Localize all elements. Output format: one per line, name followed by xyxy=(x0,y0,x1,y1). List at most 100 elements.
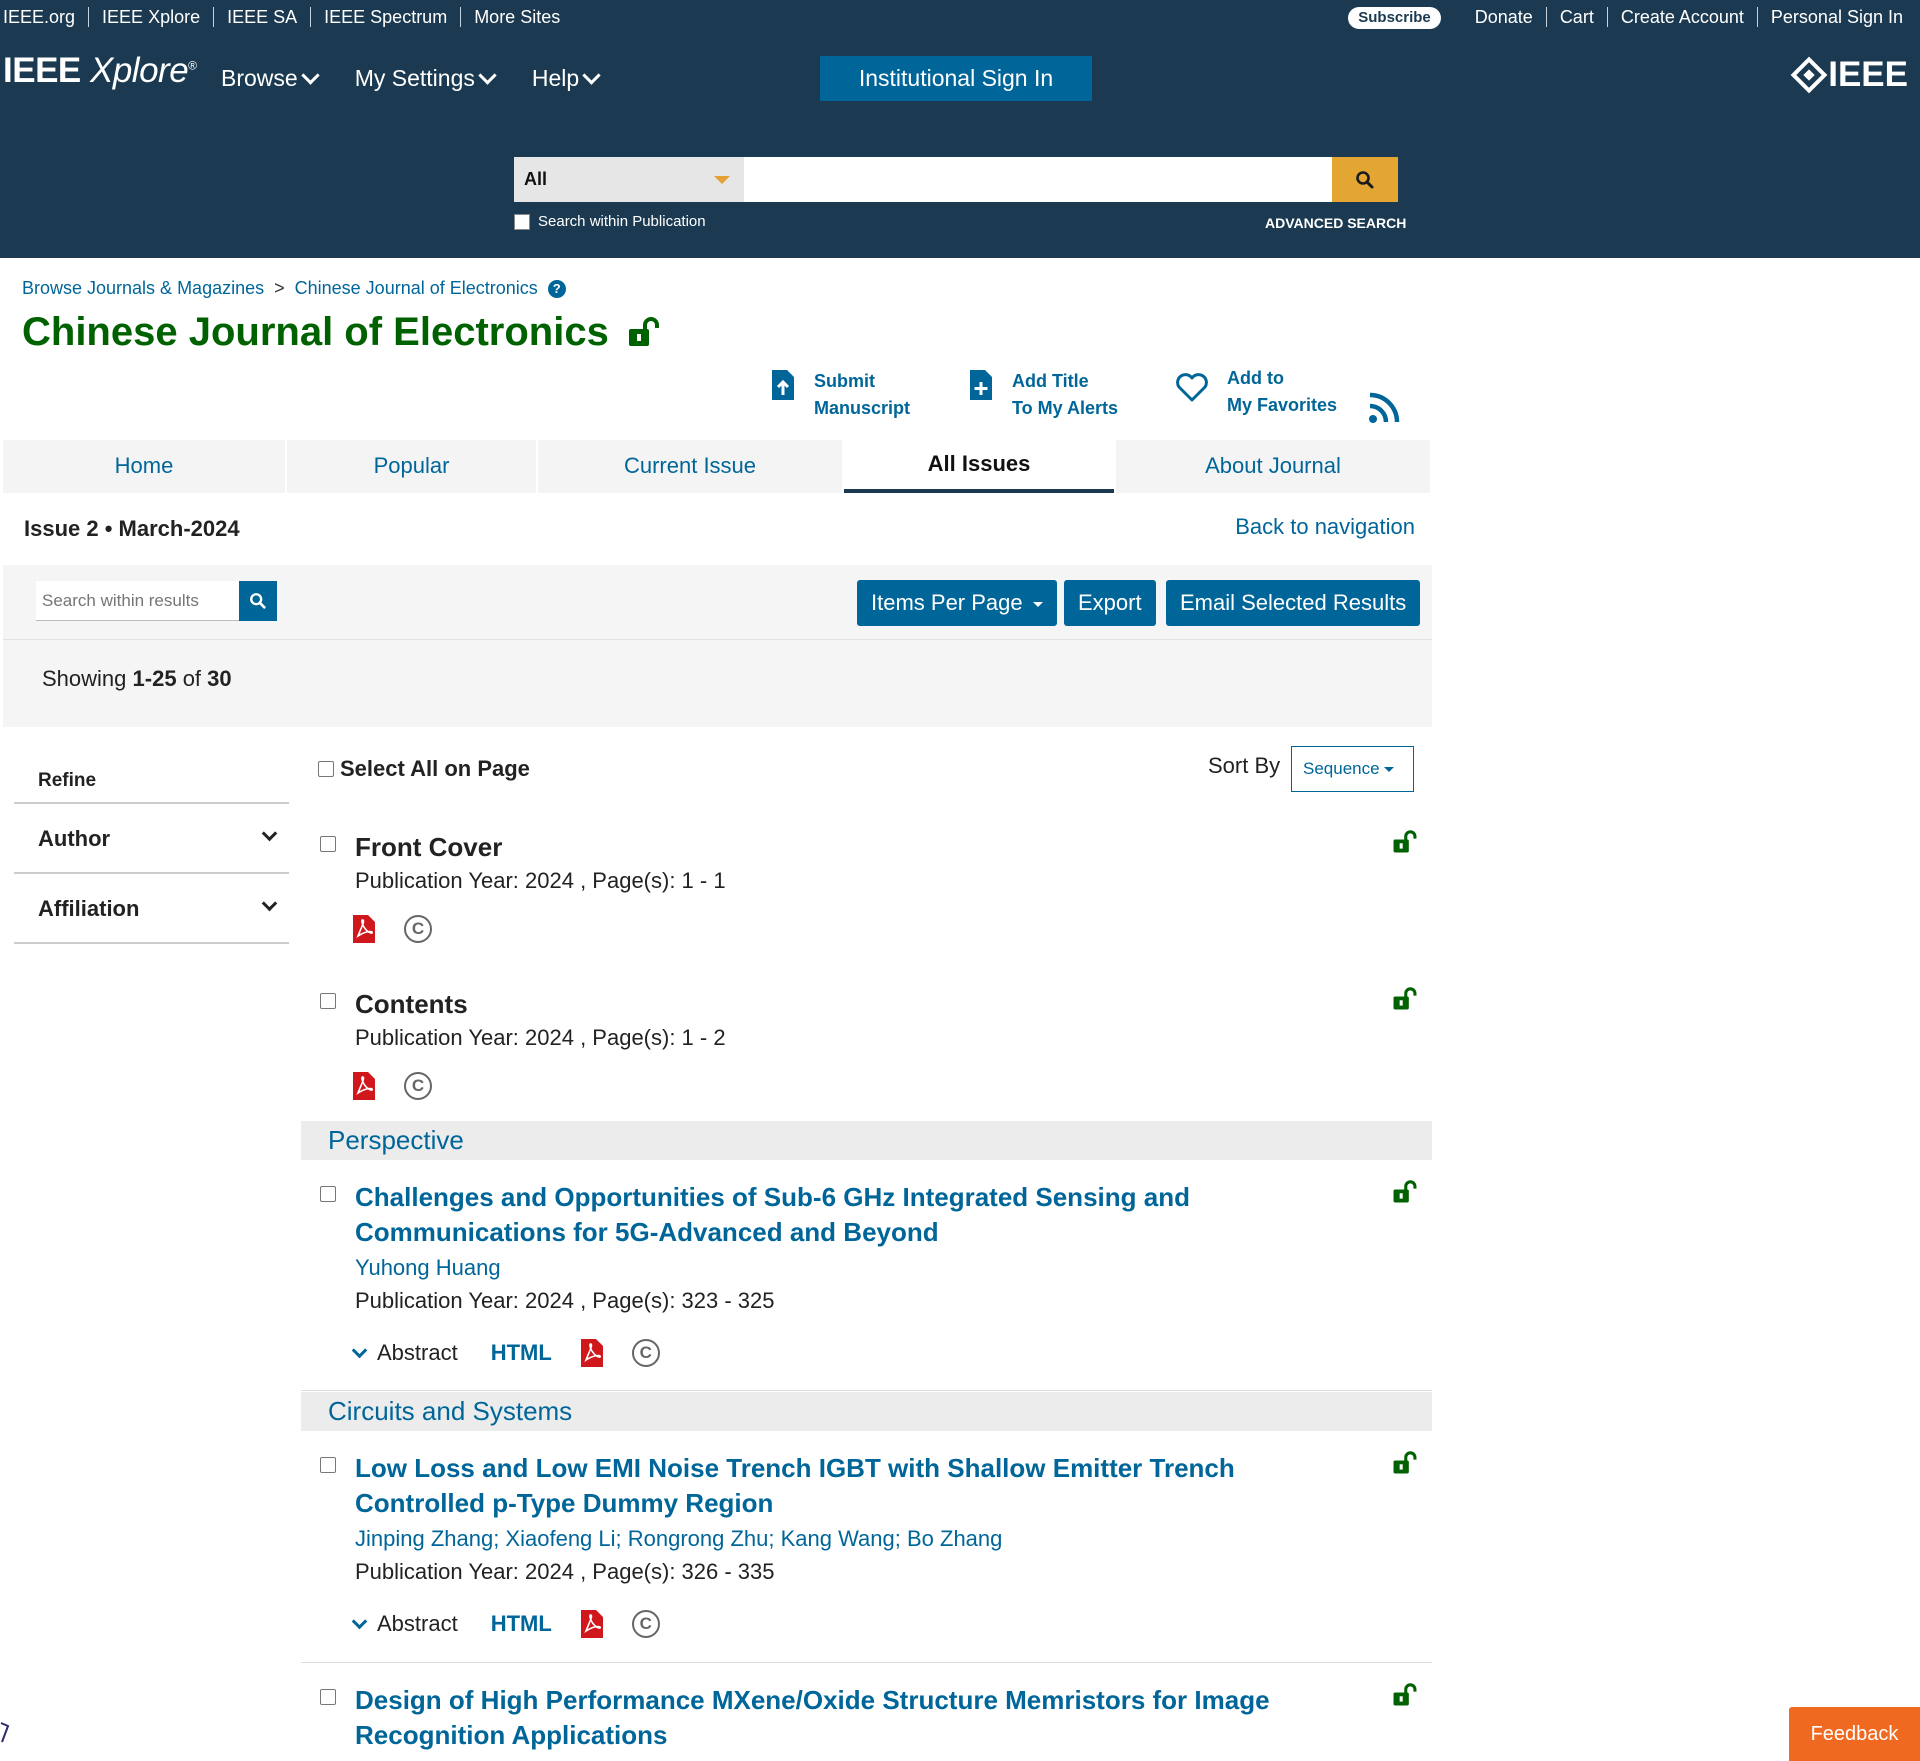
select-all-checkbox[interactable] xyxy=(318,761,334,777)
email-selected-results-button[interactable]: Email Selected Results xyxy=(1166,580,1421,626)
item-actions: C xyxy=(352,914,432,944)
nav-browse[interactable]: Browse xyxy=(221,65,320,92)
results-count: Showing 1-25 of 30 xyxy=(42,666,232,692)
search-input[interactable] xyxy=(744,157,1332,202)
util-link-more-sites[interactable]: More Sites xyxy=(461,7,573,27)
tab-home[interactable]: Home xyxy=(3,440,287,493)
ieee-brand-logo[interactable]: IEEE xyxy=(1790,55,1908,95)
submit-line-2: Manuscript xyxy=(814,398,911,418)
item-title[interactable]: Contents xyxy=(355,987,468,1022)
submit-manuscript-action[interactable]: Submit Manuscript xyxy=(770,368,968,422)
chevron-down-icon xyxy=(582,66,601,85)
submit-line-1: Submit xyxy=(814,371,875,391)
copyright-icon[interactable]: C xyxy=(631,1610,660,1638)
search-icon xyxy=(250,593,266,609)
util-link-cart[interactable]: Cart xyxy=(1547,7,1608,27)
search-scope-select[interactable]: All xyxy=(514,157,744,202)
select-all-on-page[interactable]: Select All on Page xyxy=(318,756,530,782)
caret-down-icon xyxy=(714,176,730,184)
breadcrumb-journal[interactable]: Chinese Journal of Electronics xyxy=(295,278,538,299)
add-to-alerts-text: Add Title To My Alerts xyxy=(1012,368,1118,422)
open-access-lock-icon xyxy=(1393,830,1417,853)
utility-links-left: IEEE.org IEEE Xplore IEEE SA IEEE Spectr… xyxy=(3,7,573,27)
list-item: Design of High Performance MXene/Oxide S… xyxy=(318,1683,1432,1761)
item-checkbox[interactable] xyxy=(320,836,336,852)
search-scope-value: All xyxy=(524,169,548,189)
tab-current-issue[interactable]: Current Issue xyxy=(538,440,844,493)
util-link-ieee-xplore[interactable]: IEEE Xplore xyxy=(89,7,215,27)
ieee-xplore-logo[interactable]: IEEE Xplore® xyxy=(3,51,197,91)
item-authors[interactable]: Jinping Zhang; Xiaofeng Li; Rongrong Zhu… xyxy=(355,1526,1002,1552)
refine-affiliation[interactable]: Affiliation xyxy=(14,874,289,944)
item-title[interactable]: Low Loss and Low EMI Noise Trench IGBT w… xyxy=(355,1451,1365,1521)
search-within-publication[interactable]: Search within Publication xyxy=(514,213,706,230)
rss-feed-link[interactable] xyxy=(1368,392,1400,429)
item-publication-info: Publication Year: 2024 , Page(s): 1 - 2 xyxy=(355,1025,726,1050)
util-link-ieee-org[interactable]: IEEE.org xyxy=(3,7,90,27)
item-authors[interactable]: Yuhong Huang xyxy=(355,1255,501,1281)
favorites-line-2: My Favorites xyxy=(1227,395,1338,415)
add-to-alerts-action[interactable]: Add Title To My Alerts xyxy=(968,368,1175,422)
abstract-label: Abstract xyxy=(377,1340,458,1365)
back-to-navigation-link[interactable]: Back to navigation xyxy=(1235,514,1415,540)
chevron-down-icon xyxy=(261,825,278,842)
main-nav: Browse My Settings Help xyxy=(221,65,601,92)
ieee-brand-text: IEEE xyxy=(1828,55,1908,94)
util-link-create-account[interactable]: Create Account xyxy=(1608,7,1758,27)
tab-popular[interactable]: Popular xyxy=(287,440,538,493)
copyright-icon[interactable]: C xyxy=(631,1339,660,1367)
pdf-icon[interactable] xyxy=(352,914,376,944)
utility-links-right: Donate Cart Create Account Personal Sign… xyxy=(1462,7,1916,27)
journal-tabs: Home Popular Current Issue All Issues Ab… xyxy=(3,440,1432,493)
breadcrumb-browse-journals[interactable]: Browse Journals & Magazines xyxy=(22,278,264,299)
search-button[interactable] xyxy=(1332,157,1398,202)
item-checkbox[interactable] xyxy=(320,1186,336,1202)
help-icon[interactable]: ? xyxy=(547,279,566,298)
list-item: Front Cover Publication Year: 2024 , Pag… xyxy=(318,830,1432,950)
html-link[interactable]: HTML xyxy=(491,1340,552,1366)
item-title[interactable]: Challenges and Opportunities of Sub-6 GH… xyxy=(355,1180,1365,1250)
search-within-results-button[interactable] xyxy=(239,581,277,621)
search-within-checkbox[interactable] xyxy=(514,213,530,230)
open-access-lock-icon xyxy=(1393,987,1417,1010)
export-button[interactable]: Export xyxy=(1064,580,1156,626)
logo-registered-mark: ® xyxy=(188,58,197,73)
caret-down-icon xyxy=(1383,767,1394,773)
add-to-favorites-text: Add to My Favorites xyxy=(1227,365,1337,419)
nav-help[interactable]: Help xyxy=(532,65,601,92)
tab-about-journal[interactable]: About Journal xyxy=(1116,440,1432,493)
institutional-sign-in-button[interactable]: Institutional Sign In xyxy=(820,56,1092,101)
item-checkbox[interactable] xyxy=(320,1689,336,1705)
pdf-icon[interactable] xyxy=(352,1071,376,1101)
abstract-toggle[interactable]: Abstract xyxy=(351,1340,458,1366)
item-title[interactable]: Design of High Performance MXene/Oxide S… xyxy=(355,1683,1365,1753)
issue-heading: Issue 2 • March-2024 xyxy=(24,516,240,541)
html-link[interactable]: HTML xyxy=(491,1611,552,1637)
feedback-button[interactable]: Feedback xyxy=(1789,1707,1920,1761)
copyright-icon[interactable]: C xyxy=(404,915,432,943)
search-within-results-input[interactable] xyxy=(36,581,243,621)
copyright-icon[interactable]: C xyxy=(404,1072,432,1100)
subscribe-button[interactable]: Subscribe xyxy=(1348,7,1441,29)
util-link-personal-sign-in[interactable]: Personal Sign In xyxy=(1758,7,1916,27)
item-title[interactable]: Front Cover xyxy=(355,830,502,865)
refine-affiliation-label: Affiliation xyxy=(38,896,140,921)
util-link-donate[interactable]: Donate xyxy=(1462,7,1547,27)
item-checkbox[interactable] xyxy=(320,993,336,1009)
advanced-search-link[interactable]: ADVANCED SEARCH xyxy=(1265,215,1406,231)
abstract-toggle[interactable]: Abstract xyxy=(351,1611,458,1637)
util-link-ieee-spectrum[interactable]: IEEE Spectrum xyxy=(311,7,462,27)
item-actions: C xyxy=(352,1071,432,1101)
item-checkbox[interactable] xyxy=(320,1457,336,1473)
pdf-icon[interactable] xyxy=(580,1338,604,1368)
breadcrumb: Browse Journals & Magazines > Chinese Jo… xyxy=(22,278,566,299)
sort-by-select[interactable]: Sequence xyxy=(1291,746,1414,792)
add-to-favorites-action[interactable]: Add to My Favorites xyxy=(1175,368,1375,422)
items-per-page-button[interactable]: Items Per Page xyxy=(857,580,1057,626)
util-link-ieee-sa[interactable]: IEEE SA xyxy=(214,7,312,27)
refine-author[interactable]: Author xyxy=(14,804,289,874)
tab-all-issues[interactable]: All Issues xyxy=(844,440,1116,493)
nav-my-settings[interactable]: My Settings xyxy=(355,65,497,92)
logo-xplore-text: Xplore xyxy=(90,51,189,90)
pdf-icon[interactable] xyxy=(580,1609,604,1639)
